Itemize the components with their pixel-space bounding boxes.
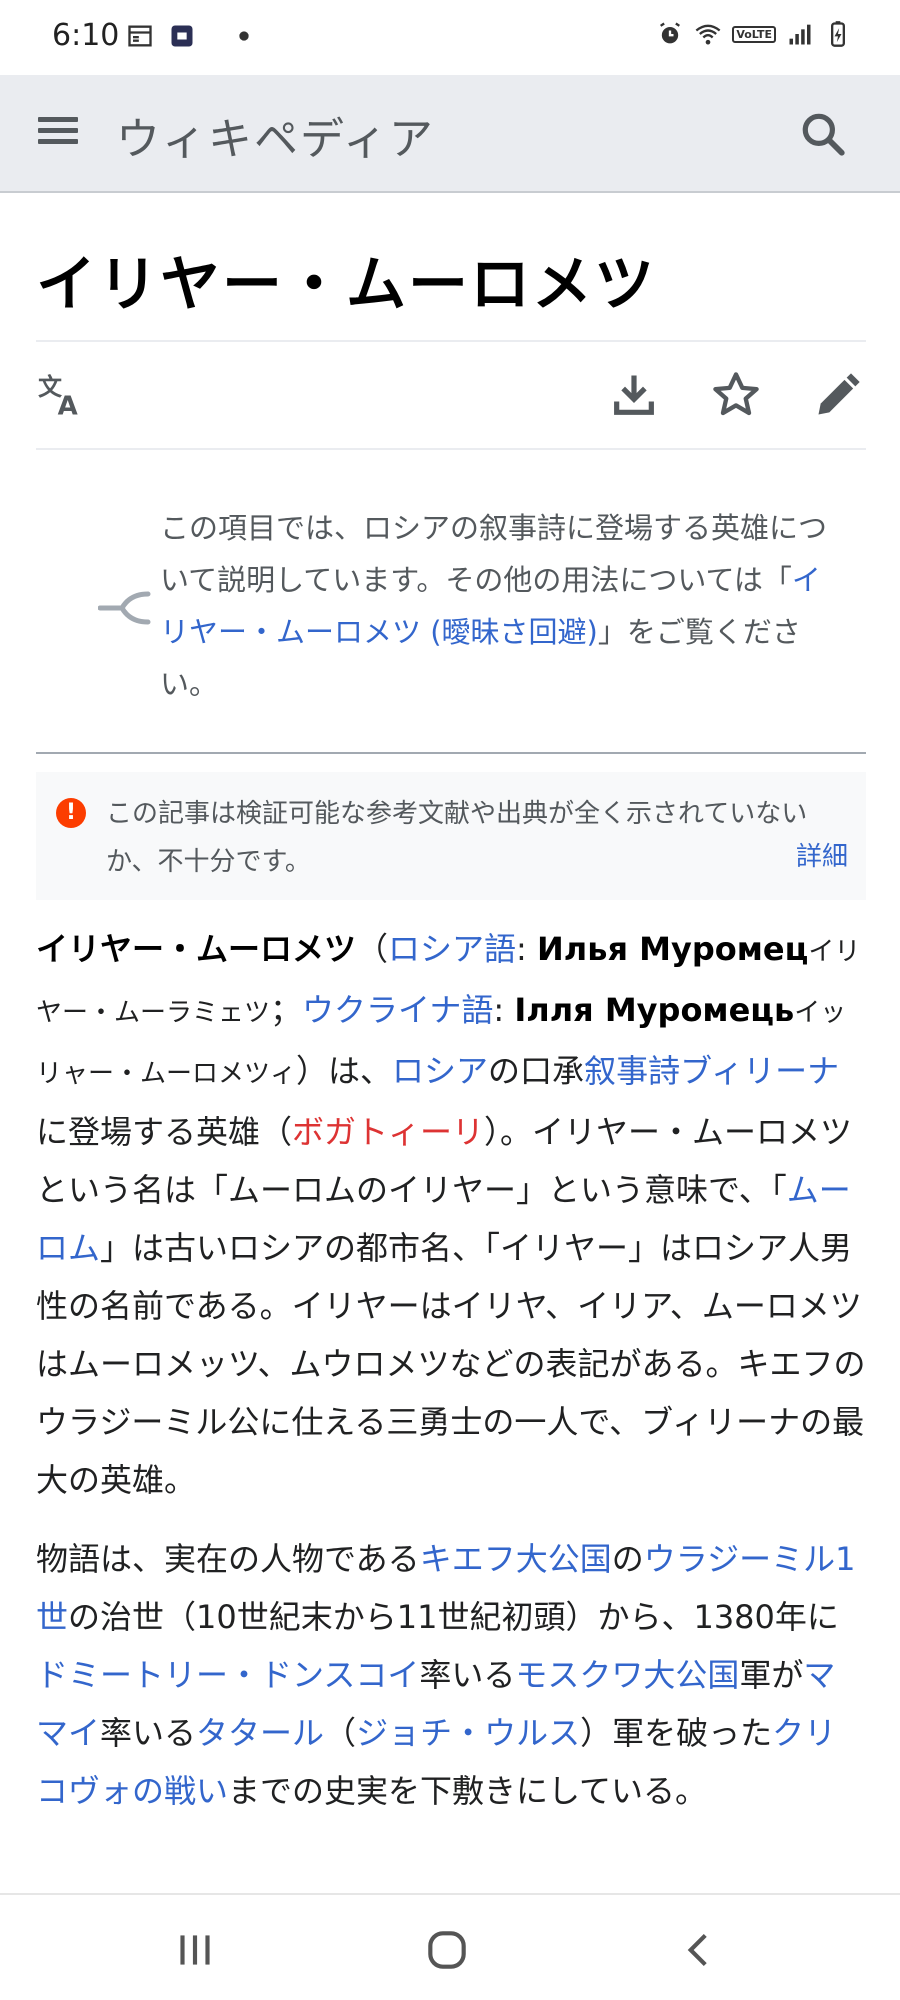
body-paragraph: 物語は、実在の人物であるキエフ大公国のウラジーミル1世の治世（10世紀末から11…: [36, 1540, 856, 1810]
app-header: ウィキペディア: [0, 75, 900, 193]
link-bylina[interactable]: 叙事詩ブィリーナ: [584, 1052, 839, 1090]
svg-text:A: A: [58, 392, 78, 422]
hamburger-menu-icon[interactable]: [34, 111, 82, 159]
issue-notice[interactable]: ! この記事は検証可能な参考文献や出典が全く示されていないか、不十分です。 詳細: [36, 772, 866, 900]
warning-icon: !: [56, 798, 86, 828]
link-grand-duchy-moscow[interactable]: モスクワ大公国: [515, 1656, 739, 1694]
wifi-icon: [695, 24, 721, 45]
system-nav-bar: [0, 1893, 900, 2000]
page-title: イリヤー・ムーロメツ: [36, 250, 656, 320]
link-kievan-rus[interactable]: キエフ大公国: [420, 1540, 612, 1578]
issue-details-link[interactable]: 詳細: [796, 836, 848, 873]
hatnote: この項目では、ロシアの叙事詩に登場する英雄について説明しています。その他の用法に…: [36, 448, 866, 754]
recent-apps-icon[interactable]: [170, 1925, 220, 1975]
calendar-icon: [128, 25, 152, 47]
hatnote-text: この項目では、ロシアの叙事詩に登場する英雄について説明しています。その他の用法に…: [160, 511, 828, 597]
download-icon[interactable]: [608, 369, 660, 421]
search-icon[interactable]: [798, 109, 848, 159]
app-notification-icon: [171, 25, 193, 47]
status-bar: 6:10 VoLTE: [0, 0, 900, 75]
link-dmitry-donskoy[interactable]: ドミートリー・ドンスコイ: [36, 1656, 419, 1694]
battery-icon: [831, 21, 845, 47]
issue-text: この記事は検証可能な参考文献や出典が全く示されていないか、不十分です。: [106, 799, 808, 877]
lead-paragraph: イリヤー・ムーロメツ（ロシア語: Илья Муромецイリヤー・ムーラミェツ…: [36, 930, 866, 1499]
divider: [36, 340, 866, 342]
alarm-icon: [660, 22, 681, 44]
disambiguation-icon: [98, 591, 151, 625]
link-russia[interactable]: ロシア: [392, 1052, 488, 1090]
pencil-icon[interactable]: [812, 369, 864, 421]
wikipedia-wordmark[interactable]: ウィキペディア: [116, 103, 435, 167]
link-tatar[interactable]: タタール: [196, 1714, 324, 1752]
redlink-bogatyr[interactable]: ボガトィーリ: [292, 1113, 484, 1151]
link-golden-horde[interactable]: ジョチ・ウルス: [356, 1714, 580, 1752]
star-icon[interactable]: [710, 369, 762, 421]
link-russian-language[interactable]: ロシア語: [388, 930, 516, 968]
bold-title: イリヤー・ムーロメツ: [36, 930, 357, 968]
page-actions: 文 A: [36, 345, 866, 445]
russian-name: Илья Муромец: [537, 930, 809, 968]
back-icon[interactable]: [674, 1925, 724, 1975]
signal-icon: [789, 24, 811, 45]
dot-icon: [239, 31, 249, 41]
home-icon[interactable]: [422, 1925, 472, 1975]
language-icon[interactable]: 文 A: [36, 369, 88, 421]
link-ukrainian-language[interactable]: ウクライナ語: [302, 991, 493, 1029]
status-time: 6:10: [52, 18, 120, 53]
ukrainian-name: Ілля Муромець: [514, 991, 795, 1029]
volte-icon: VoLTE: [732, 25, 776, 43]
